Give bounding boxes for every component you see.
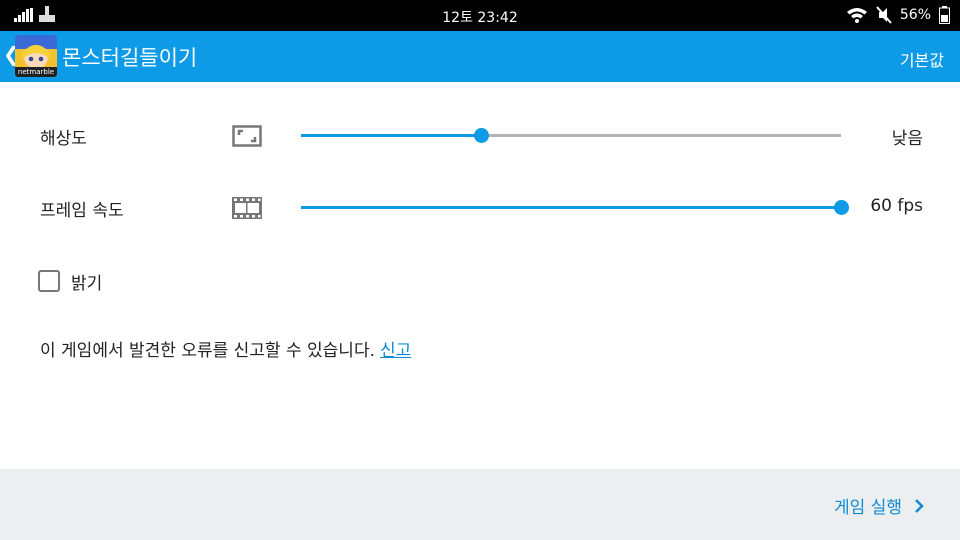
brightness-option[interactable]: 밝기 <box>38 268 102 294</box>
frame-rate-label: 프레임 속도 <box>40 201 124 221</box>
launch-game-button[interactable]: 게임 실행 <box>834 493 924 518</box>
resolution-label: 해상도 <box>40 129 87 149</box>
launch-game-label: 게임 실행 <box>834 498 902 518</box>
film-strip-icon <box>232 197 262 219</box>
aspect-ratio-icon <box>232 125 262 147</box>
resolution-row: 해상도 낮음 <box>0 116 960 156</box>
resolution-value: 낮음 <box>891 129 923 149</box>
frame-rate-slider-thumb[interactable] <box>834 200 849 215</box>
frame-rate-slider[interactable] <box>301 200 849 215</box>
status-bar: 12토 23:42 56% <box>0 0 960 31</box>
app-icon[interactable]: netmarble <box>15 35 57 77</box>
frame-rate-row: 프레임 속도 60 fps <box>0 188 960 228</box>
app-bar: ❮ netmarble 몬스터길들이기 기본값 <box>0 31 960 82</box>
page-title: 몬스터길들이기 <box>62 46 198 70</box>
footer-bar: 게임 실행 <box>0 469 960 540</box>
default-button[interactable]: 기본값 <box>900 47 944 71</box>
report-message: 이 게임에서 발견한 오류를 신고할 수 있습니다. 신고 <box>40 336 411 361</box>
mute-icon <box>876 6 892 24</box>
resolution-slider-fill <box>301 134 481 137</box>
battery-icon <box>939 6 950 24</box>
brightness-label: 밝기 <box>71 273 103 294</box>
wifi-icon <box>846 8 867 23</box>
status-time: 12토 23:42 <box>442 10 518 26</box>
resolution-slider[interactable] <box>301 128 841 143</box>
chevron-right-icon <box>915 498 924 513</box>
status-right-icons: 56% <box>846 6 950 24</box>
app-icon-label: netmarble <box>17 68 55 76</box>
report-text: 이 게임에서 발견한 오류를 신고할 수 있습니다. <box>40 341 375 361</box>
battery-percent: 56% <box>899 7 931 23</box>
frame-rate-slider-fill <box>301 206 841 209</box>
report-link[interactable]: 신고 <box>380 341 411 361</box>
resolution-slider-thumb[interactable] <box>473 128 489 143</box>
frame-rate-value: 60 fps <box>870 196 923 216</box>
brightness-checkbox[interactable] <box>38 270 60 292</box>
